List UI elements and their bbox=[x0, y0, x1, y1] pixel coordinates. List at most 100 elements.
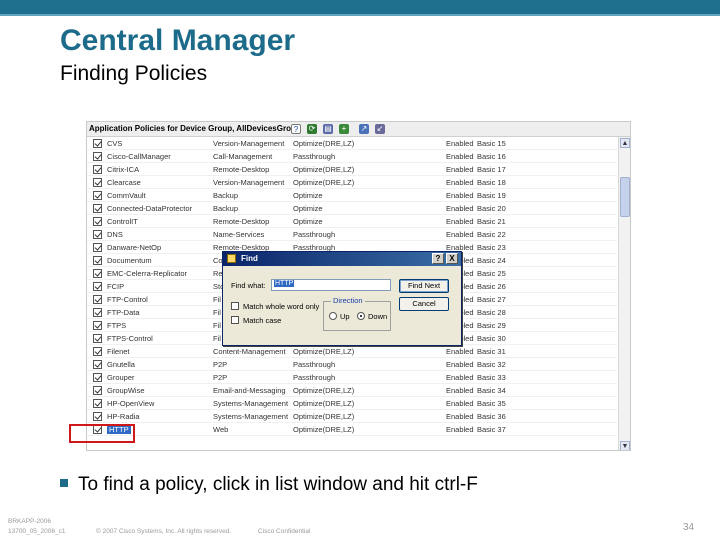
match-whole-word-checkbox[interactable] bbox=[231, 302, 239, 310]
policy-action: Optimize bbox=[293, 204, 323, 213]
policy-id: Basic 30 bbox=[477, 334, 506, 343]
policy-list-header: Application Policies for Device Group, A… bbox=[87, 122, 630, 137]
policy-enabled-checkbox[interactable] bbox=[93, 373, 102, 382]
policy-enabled-checkbox[interactable] bbox=[93, 269, 102, 278]
scroll-down-icon[interactable]: ▼ bbox=[620, 441, 630, 450]
policy-row[interactable]: ControlIT Remote-Desktop Optimize Enabled Ba… bbox=[87, 215, 617, 228]
policy-row[interactable]: GroupWise Email-and-Messaging Optimize(DRE… bbox=[87, 384, 617, 397]
policy-row[interactable]: Grouper P2P Passthrough Enabled Basic 33 bbox=[87, 371, 617, 384]
print-icon[interactable]: ▤ bbox=[323, 124, 333, 134]
policy-row[interactable]: Filenet Content-Management Optimize(DRE,LZ… bbox=[87, 345, 617, 358]
policy-row[interactable]: Connected-DataProtector Backup Optimize Ena… bbox=[87, 202, 617, 215]
policy-row[interactable]: HP-OpenView Systems-Management Optimize(DR… bbox=[87, 397, 617, 410]
policy-category: Name-Services bbox=[213, 230, 265, 239]
direction-down-radio[interactable] bbox=[357, 312, 365, 320]
policy-id: Basic 27 bbox=[477, 295, 506, 304]
policy-enabled-checkbox[interactable] bbox=[93, 243, 102, 252]
policy-list-window[interactable]: Application Policies for Device Group, A… bbox=[86, 121, 631, 451]
policy-row[interactable]: Gnutella P2P Passthrough Enabled Basic 32 bbox=[87, 358, 617, 371]
policy-category: Remote-Desktop bbox=[213, 165, 270, 174]
policy-action: Optimize(DRE,LZ) bbox=[293, 139, 355, 148]
policy-enabled-checkbox[interactable] bbox=[93, 152, 102, 161]
policy-enabled-checkbox[interactable] bbox=[93, 308, 102, 317]
policy-enabled-checkbox[interactable] bbox=[93, 334, 102, 343]
match-whole-word-label: Match whole word only bbox=[243, 302, 320, 311]
bullet-text: To find a policy, click in list window a… bbox=[78, 474, 478, 495]
policy-enabled-checkbox[interactable] bbox=[93, 399, 102, 408]
policy-name: Gnutella bbox=[107, 360, 135, 369]
find-dialog[interactable]: Find ? X Find what: HTTP Match whole wor… bbox=[222, 251, 462, 346]
direction-up-radio[interactable] bbox=[329, 312, 337, 320]
policy-id: Basic 22 bbox=[477, 230, 506, 239]
policy-action: Passthrough bbox=[293, 360, 336, 369]
policy-row[interactable]: DNS Name-Services Passthrough Enabled Basic … bbox=[87, 228, 617, 241]
policy-action: Optimize(DRE,LZ) bbox=[293, 386, 355, 395]
policy-name: CVS bbox=[107, 139, 123, 148]
policy-category: Version-Management bbox=[213, 178, 285, 187]
policy-row[interactable]: Cisco-CallManager Call-Management Passthro… bbox=[87, 150, 617, 163]
scroll-up-icon[interactable]: ▲ bbox=[620, 138, 630, 148]
find-dialog-title: Find bbox=[241, 254, 258, 263]
policy-list-title: Application Policies for Device Group, A… bbox=[89, 124, 301, 133]
policy-category: Remote-Desktop bbox=[213, 217, 270, 226]
policy-name: GroupWise bbox=[107, 386, 145, 395]
policy-name: CommVault bbox=[107, 191, 146, 200]
policy-enabled-checkbox[interactable] bbox=[93, 165, 102, 174]
policy-name: Documentum bbox=[107, 256, 152, 265]
find-what-input[interactable]: HTTP bbox=[271, 279, 391, 291]
policy-action: Passthrough bbox=[293, 230, 336, 239]
policy-category: Content-Management bbox=[213, 347, 286, 356]
slide-subtitle: Finding Policies bbox=[60, 62, 208, 85]
policy-enabled-checkbox[interactable] bbox=[93, 191, 102, 200]
policy-enabled-checkbox[interactable] bbox=[93, 256, 102, 265]
policy-enabled-checkbox[interactable] bbox=[93, 139, 102, 148]
cancel-button[interactable]: Cancel bbox=[399, 297, 449, 311]
policy-id: Basic 28 bbox=[477, 308, 506, 317]
match-case-checkbox[interactable] bbox=[231, 316, 239, 324]
policy-name: Cisco-CallManager bbox=[107, 152, 171, 161]
policy-enabled-checkbox[interactable] bbox=[93, 360, 102, 369]
policy-row[interactable]: HP-Radia Systems-Management Optimize(DRE,L… bbox=[87, 410, 617, 423]
refresh-icon[interactable]: ⟳ bbox=[307, 124, 317, 134]
import-icon[interactable]: ↙ bbox=[375, 124, 385, 134]
policy-enabled-checkbox[interactable] bbox=[93, 412, 102, 421]
policy-enabled-checkbox[interactable] bbox=[93, 295, 102, 304]
export-icon[interactable]: ↗ bbox=[359, 124, 369, 134]
vertical-scrollbar[interactable]: ▲ ▼ bbox=[618, 137, 630, 450]
policy-name: FTP-Control bbox=[107, 295, 148, 304]
scroll-thumb[interactable] bbox=[620, 177, 630, 217]
policy-name: FCIP bbox=[107, 282, 125, 291]
policy-enabled-checkbox[interactable] bbox=[93, 204, 102, 213]
policy-name: Filenet bbox=[107, 347, 130, 356]
policy-row[interactable]: Clearcase Version-Management Optimize(DRE,… bbox=[87, 176, 617, 189]
policy-category: Backup bbox=[213, 204, 239, 213]
policy-enabled-checkbox[interactable] bbox=[93, 178, 102, 187]
direction-down-label: Down bbox=[368, 312, 388, 321]
policy-id: Basic 18 bbox=[477, 178, 506, 187]
bullet-point: To find a policy, click in list window a… bbox=[60, 474, 478, 496]
policy-row[interactable]: Citrix-ICA Remote-Desktop Optimize(DRE,LZ)… bbox=[87, 163, 617, 176]
add-icon[interactable]: + bbox=[339, 124, 349, 134]
policy-name: Citrix-ICA bbox=[107, 165, 140, 174]
help-icon[interactable]: ? bbox=[291, 124, 301, 134]
policy-enabled-checkbox[interactable] bbox=[93, 321, 102, 330]
policy-row[interactable]: HTTP Web Optimize(DRE,LZ) Enabled Basic 37 bbox=[87, 423, 617, 436]
policy-row[interactable]: CVS Version-Management Optimize(DRE,LZ) Ena… bbox=[87, 137, 617, 150]
policy-category: Web bbox=[213, 425, 229, 434]
policy-id: Basic 16 bbox=[477, 152, 506, 161]
policy-id: Basic 24 bbox=[477, 256, 506, 265]
policy-enabled-checkbox[interactable] bbox=[93, 217, 102, 226]
close-button[interactable]: X bbox=[446, 253, 458, 264]
help-button[interactable]: ? bbox=[432, 253, 444, 264]
policy-name: FTPS bbox=[107, 321, 127, 330]
policy-enabled-checkbox[interactable] bbox=[93, 386, 102, 395]
policy-action: Optimize(DRE,LZ) bbox=[293, 347, 355, 356]
policy-enabled-checkbox[interactable] bbox=[93, 282, 102, 291]
policy-action: Optimize(DRE,LZ) bbox=[293, 178, 355, 187]
policy-enabled-checkbox[interactable] bbox=[93, 230, 102, 239]
policy-action: Optimize(DRE,LZ) bbox=[293, 425, 355, 434]
policy-enabled-checkbox[interactable] bbox=[93, 347, 102, 356]
find-next-button[interactable]: Find Next bbox=[399, 279, 449, 293]
find-dialog-titlebar[interactable]: Find ? X bbox=[223, 252, 461, 266]
policy-row[interactable]: CommVault Backup Optimize Enabled Basic 19 bbox=[87, 189, 617, 202]
